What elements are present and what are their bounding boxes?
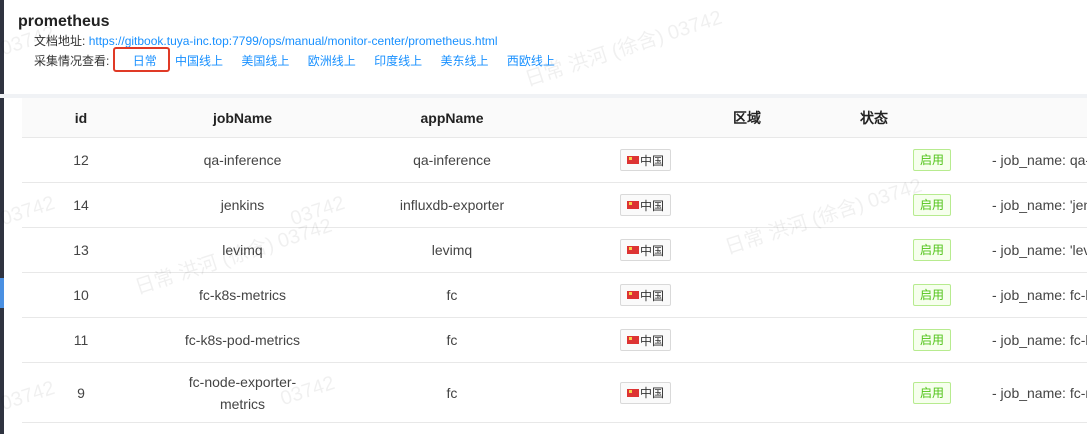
- page-header: prometheus: [18, 12, 1087, 32]
- region-tag: 中国: [620, 194, 672, 216]
- cell-appname: fc: [446, 384, 458, 401]
- status-badge: 启用: [912, 381, 951, 404]
- cell-config: - job_name: 'levi: [992, 242, 1087, 258]
- cell-id: 12: [73, 152, 89, 168]
- header-id[interactable]: id: [22, 110, 140, 126]
- cell-jobname: qa-inference: [203, 152, 282, 168]
- table-row: 11 fc-k8s-pod-metrics fc 中国 启用 - job_nam…: [22, 318, 1087, 363]
- region-tag: 中国: [620, 284, 672, 306]
- env-link-us-east[interactable]: 美东线上: [440, 53, 488, 69]
- region-label: 中国: [640, 386, 665, 400]
- cell-status: 启用: [912, 239, 952, 261]
- env-link-india[interactable]: 印度线上: [374, 53, 422, 69]
- region-label: 中国: [640, 243, 665, 258]
- header-status[interactable]: 状态: [857, 108, 891, 128]
- cell-jobname: levimq: [222, 242, 263, 258]
- doc-row: 文档地址: https://gitbook.tuya-inc.top:7799/…: [34, 33, 498, 49]
- env-link-eu[interactable]: 欧洲线上: [308, 53, 356, 69]
- china-flag-icon: [627, 201, 639, 209]
- china-flag-icon: [627, 156, 639, 164]
- header-jobname[interactable]: jobName: [140, 110, 345, 126]
- env-row: 采集情况查看: 日常 中国线上 美国线上 欧洲线上 印度线上 美东线上 西欧线上: [34, 47, 555, 72]
- env-label: 采集情况查看:: [34, 54, 110, 68]
- cell-appname: fc: [446, 332, 458, 348]
- status-badge: 启用: [912, 329, 951, 351]
- china-flag-icon: [627, 336, 639, 344]
- region-label: 中国: [640, 288, 665, 303]
- region-tag: 中国: [620, 329, 672, 351]
- cell-config: - job_name: 'jenl: [992, 197, 1087, 213]
- cell-id: 14: [73, 197, 89, 213]
- region-label: 中国: [640, 198, 665, 213]
- table-row: 12 qa-inference qa-inference 中国 启用 - job…: [22, 138, 1087, 183]
- cell-jobname: fc-k8s-pod-metrics: [184, 332, 301, 348]
- cell-status: 启用: [912, 194, 952, 216]
- cell-config: - job_name: fc-k: [992, 287, 1087, 303]
- region-tag: 中国: [620, 239, 672, 261]
- status-badge: 启用: [912, 239, 951, 261]
- left-nav-rail: [0, 0, 4, 434]
- status-badge: 启用: [912, 284, 951, 306]
- cell-appname: qa-inference: [413, 152, 491, 168]
- doc-link[interactable]: https://gitbook.tuya-inc.top:7799/ops/ma…: [89, 34, 498, 48]
- cell-config: - job_name: fc-k: [992, 332, 1087, 348]
- cell-status: 启用: [912, 149, 952, 171]
- cell-jobname: fc-k8s-metrics: [198, 287, 287, 303]
- cell-appname: levimq: [431, 242, 473, 258]
- cell-region: 中国: [620, 329, 912, 351]
- job-table: id jobName appName 区域 状态 12 qa-inference…: [22, 98, 1087, 423]
- cell-id: 11: [73, 332, 89, 348]
- region-tag: 中国: [620, 381, 672, 404]
- status-badge: 启用: [912, 149, 951, 171]
- cell-id: 9: [77, 384, 85, 401]
- region-label: 中国: [640, 333, 665, 348]
- highlight-box: [112, 47, 170, 72]
- cell-config: - job_name: fc-r: [992, 384, 1087, 401]
- cell-region: 中国: [620, 381, 912, 404]
- table-row: 13 levimq levimq 中国 启用 - job_name: 'levi: [22, 228, 1087, 273]
- header-region[interactable]: 区域: [657, 108, 837, 128]
- status-badge: 启用: [912, 194, 951, 216]
- doc-label: 文档地址:: [34, 34, 86, 48]
- env-link-west-eu[interactable]: 西欧线上: [507, 53, 555, 69]
- header-appname[interactable]: appName: [345, 110, 559, 126]
- cell-status: 启用: [912, 329, 952, 351]
- cell-appname: influxdb-exporter: [399, 197, 505, 213]
- cell-jobname: fc-node-exporter-metrics: [188, 373, 297, 412]
- cell-id: 13: [73, 242, 89, 258]
- cell-region: 中国: [620, 149, 912, 171]
- nav-active-indicator: [0, 278, 4, 308]
- table-body: 12 qa-inference qa-inference 中国 启用 - job…: [22, 138, 1087, 423]
- region-tag: 中国: [620, 149, 672, 171]
- cell-region: 中国: [620, 284, 912, 306]
- cell-region: 中国: [620, 194, 912, 216]
- china-flag-icon: [627, 291, 639, 299]
- cell-appname: fc: [446, 287, 458, 303]
- table-header: id jobName appName 区域 状态: [22, 98, 1087, 138]
- cell-jobname: jenkins: [220, 197, 265, 213]
- china-flag-icon: [627, 388, 639, 397]
- cell-status: 启用: [912, 284, 952, 306]
- cell-status: 启用: [912, 381, 952, 404]
- cell-id: 10: [73, 287, 89, 303]
- table-row: 10 fc-k8s-metrics fc 中国 启用 - job_name: f…: [22, 273, 1087, 318]
- env-link-china[interactable]: 中国线上: [175, 53, 223, 69]
- cell-region: 中国: [620, 239, 912, 261]
- china-flag-icon: [627, 246, 639, 254]
- cell-config: - job_name: qa-i: [992, 152, 1087, 168]
- env-link-daily[interactable]: 日常: [112, 47, 170, 72]
- table-row: 14 jenkins influxdb-exporter 中国 启用 - job…: [22, 183, 1087, 228]
- table-row: 9 fc-node-exporter-metrics fc 中国 启用 - jo…: [22, 363, 1087, 423]
- page-title: prometheus: [18, 13, 110, 30]
- region-label: 中国: [640, 153, 665, 168]
- env-link-us[interactable]: 美国线上: [241, 53, 289, 69]
